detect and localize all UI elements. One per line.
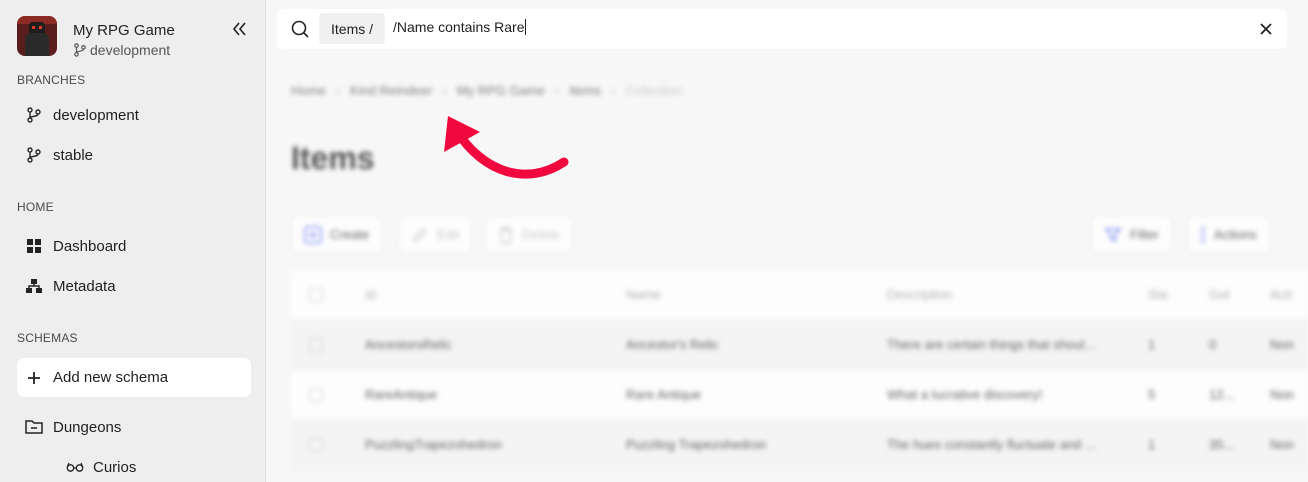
create-button[interactable]: Create bbox=[291, 216, 383, 253]
main-content: Home › Kind Reindeer › My RPG Game › Items ›… bbox=[267, 58, 1308, 482]
filter-button[interactable]: Filter bbox=[1091, 216, 1172, 253]
search-input[interactable]: /Name contains Rare bbox=[393, 19, 1193, 35]
create-label: Create bbox=[330, 227, 370, 242]
sidebar-item-curios[interactable]: Curios bbox=[66, 456, 136, 478]
cell-id: RareAntique bbox=[365, 387, 438, 402]
branch-icon bbox=[27, 107, 41, 123]
column-header[interactable]: Gol bbox=[1197, 287, 1258, 302]
cell-description: The hues constantly fluctuate and ... bbox=[887, 437, 1096, 452]
items-table: Id Name Description Sta Gol Acti Ancesto… bbox=[291, 270, 1308, 470]
select-all-checkbox[interactable] bbox=[309, 287, 323, 302]
cell-gold: 35... bbox=[1209, 437, 1235, 452]
cell-id: PuzzlingTrapezohedron bbox=[365, 437, 502, 452]
sidebar-item-dungeons[interactable]: Dungeons bbox=[25, 416, 121, 438]
current-branch-label: development bbox=[90, 42, 171, 58]
current-branch: development bbox=[73, 42, 175, 58]
row-checkbox[interactable] bbox=[309, 337, 323, 352]
cell-id: AncestorsRelic bbox=[365, 337, 452, 352]
cell-gold: 12... bbox=[1209, 387, 1235, 402]
page-title: Items bbox=[291, 140, 375, 176]
edit-button[interactable]: Edit bbox=[398, 216, 473, 253]
sidebar-item-label: stable bbox=[53, 146, 94, 164]
sidebar-item-dashboard[interactable]: Dashboard bbox=[25, 235, 126, 257]
sidebar-item-stable[interactable]: stable bbox=[25, 144, 93, 166]
add-new-schema-label: Add new schema bbox=[53, 369, 169, 386]
search-bar: Items / /Name contains Rare bbox=[277, 9, 1287, 49]
sidebar-item-metadata[interactable]: Metadata bbox=[25, 275, 116, 297]
column-header[interactable]: Name bbox=[614, 287, 875, 302]
close-icon[interactable] bbox=[1257, 20, 1275, 38]
breadcrumb-home[interactable]: Home bbox=[291, 83, 326, 98]
column-header[interactable]: Description bbox=[875, 287, 1136, 302]
sidebar-item-label: Dungeons bbox=[53, 418, 122, 436]
filter-icon bbox=[1104, 227, 1122, 242]
breadcrumb: Home › Kind Reindeer › My RPG Game › Items ›… bbox=[291, 83, 683, 98]
double-chevron-left-icon bbox=[232, 22, 246, 36]
cell-name: Puzzling Trapezohedron bbox=[626, 437, 767, 452]
cell-action: Non bbox=[1270, 437, 1294, 452]
table-row[interactable]: AncestorsRelic Ancestor's Relic There ar… bbox=[291, 320, 1308, 370]
sidebar-item-development[interactable]: development bbox=[25, 104, 139, 126]
project-logo bbox=[17, 16, 57, 56]
actions-button[interactable]: Actions bbox=[1187, 216, 1270, 253]
sidebar-item-label: Metadata bbox=[53, 277, 116, 295]
sidebar-item-label: Curios bbox=[93, 458, 137, 476]
pencil-icon bbox=[413, 227, 427, 242]
section-home: HOME bbox=[17, 200, 54, 214]
column-header[interactable]: Sta bbox=[1136, 287, 1197, 302]
blurred-backdrop: Home › Kind Reindeer › My RPG Game › Items ›… bbox=[267, 58, 1308, 482]
column-header[interactable]: Id bbox=[353, 287, 614, 302]
filter-label: Filter bbox=[1130, 227, 1159, 242]
trash-icon bbox=[500, 226, 512, 244]
breadcrumb-project[interactable]: My RPG Game bbox=[457, 83, 545, 98]
delete-button[interactable]: Delete bbox=[485, 216, 573, 253]
branch-icon bbox=[27, 147, 41, 163]
plus-icon bbox=[28, 371, 40, 384]
breadcrumb-current: Collection bbox=[625, 83, 683, 98]
sitemap-icon bbox=[26, 279, 42, 293]
search-scope-chip[interactable]: Items / bbox=[319, 13, 386, 44]
search-icon bbox=[291, 20, 309, 38]
cell-description: What a lucrative discovery! bbox=[887, 387, 1043, 402]
cell-name: Rare Antique bbox=[626, 387, 702, 402]
cell-action: Non bbox=[1270, 387, 1294, 402]
table-header: Id Name Description Sta Gol Acti bbox=[291, 270, 1308, 320]
project-header[interactable]: My RPG Game development bbox=[17, 16, 175, 58]
glasses-icon bbox=[66, 462, 84, 472]
cell-stack: 1 bbox=[1148, 437, 1156, 452]
dashboard-icon bbox=[27, 239, 41, 253]
row-checkbox[interactable] bbox=[309, 387, 323, 402]
project-name: My RPG Game bbox=[73, 22, 175, 39]
delete-label: Delete bbox=[522, 227, 560, 242]
column-header[interactable]: Acti bbox=[1258, 287, 1308, 302]
breadcrumb-schema[interactable]: Items bbox=[569, 83, 601, 98]
cell-description: There are certain things that shoul... bbox=[887, 337, 1096, 352]
edit-label: Edit bbox=[437, 227, 460, 242]
branch-icon bbox=[74, 43, 86, 57]
row-checkbox[interactable] bbox=[309, 437, 323, 452]
cell-stack: 5 bbox=[1148, 387, 1156, 402]
sidebar-item-label: Dashboard bbox=[53, 237, 127, 255]
more-vertical-icon bbox=[1201, 226, 1205, 243]
cell-name: Ancestor's Relic bbox=[626, 337, 719, 352]
folder-icon bbox=[25, 420, 43, 434]
actions-label: Actions bbox=[1214, 227, 1257, 242]
search-query-text: /Name contains Rare bbox=[393, 19, 525, 35]
section-schemas: SCHEMAS bbox=[17, 331, 78, 345]
add-square-icon bbox=[304, 225, 322, 244]
cell-gold: 0 bbox=[1209, 337, 1217, 352]
breadcrumb-org[interactable]: Kind Reindeer bbox=[350, 83, 432, 98]
sidebar: My RPG Game development BRANCHES develop… bbox=[0, 0, 266, 482]
table-row[interactable]: RareAntique Rare Antique What a lucrativ… bbox=[291, 370, 1308, 420]
collapse-sidebar-button[interactable] bbox=[229, 19, 249, 39]
section-branches: BRANCHES bbox=[17, 73, 86, 87]
add-new-schema-button[interactable]: Add new schema bbox=[17, 358, 251, 397]
table-row[interactable]: PuzzlingTrapezohedron Puzzling Trapezohe… bbox=[291, 420, 1308, 470]
cell-stack: 1 bbox=[1148, 337, 1156, 352]
sidebar-item-label: development bbox=[53, 106, 139, 124]
cell-action: Non bbox=[1270, 337, 1294, 352]
annotation-arrow bbox=[444, 116, 569, 179]
